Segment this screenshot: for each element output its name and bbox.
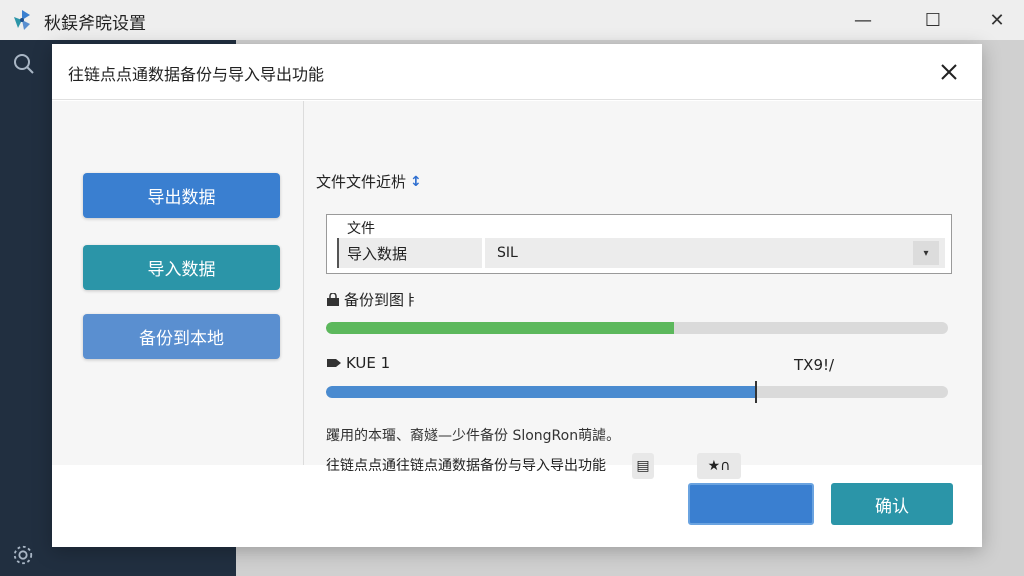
- progress2-right-text: TX9!/: [794, 356, 835, 374]
- import-data-button[interactable]: 导入数据: [83, 245, 280, 290]
- progress1-track: [326, 322, 948, 334]
- app-title: 秋鋘斧晥设置: [44, 14, 146, 34]
- footer-line-text: 往链点点通往链点通数据备份与导入导出功能: [326, 458, 606, 474]
- document-icon[interactable]: ▤: [632, 453, 654, 479]
- content-panel: 文件文件近㭊 ↕ 文件 导入数据 SIL ▾ 备份到图ㅑ KUE 1 TX9!/…: [316, 101, 956, 465]
- close-icon: [941, 64, 957, 80]
- note-text: 躩用的本璢、裔嬘—少件备份 SlongRon萌謔。: [326, 428, 621, 444]
- minimize-button[interactable]: —: [840, 0, 886, 40]
- arrow-tag-icon: [327, 359, 341, 367]
- dialog-header: 往链点点通数据备份与导入导出功能: [52, 44, 982, 100]
- section-label: 文件文件近㭊 ↕: [316, 171, 422, 192]
- file-box: 文件 导入数据 SIL ▾: [326, 214, 952, 274]
- progress2-label-text: KUE 1: [346, 354, 391, 372]
- chevron-down-icon[interactable]: ▾: [913, 241, 939, 265]
- confirm-label: 确认: [875, 496, 909, 517]
- export-data-label: 导出数据: [147, 188, 216, 208]
- dialog-close-button[interactable]: [934, 57, 964, 87]
- progress2-label: KUE 1: [326, 354, 390, 372]
- maximize-icon: ☐: [924, 9, 942, 31]
- backup-local-label: 备份到本地: [139, 329, 224, 349]
- window-close-button[interactable]: ✕: [974, 0, 1020, 40]
- file-select[interactable]: SIL ▾: [485, 238, 945, 268]
- backup-dialog: 往链点点通数据备份与导入导出功能 导出数据 导入数据 备份到本地 文件文件近㭊 …: [52, 44, 982, 547]
- backup-local-button[interactable]: 备份到本地: [83, 314, 280, 359]
- app-titlebar: 秋鋘斧晥设置 — ☐ ✕: [0, 0, 1024, 40]
- blank-action-button[interactable]: [688, 483, 814, 525]
- export-data-button[interactable]: 导出数据: [83, 173, 280, 218]
- minimize-icon: —: [854, 9, 872, 31]
- app-logo-icon: [14, 10, 30, 30]
- progress2-track: [326, 386, 948, 398]
- file-row-label: 导入数据: [337, 238, 482, 268]
- side-nav: 导出数据 导入数据 备份到本地: [52, 101, 304, 465]
- star-icon[interactable]: ★∩: [697, 453, 741, 479]
- dialog-footer: 往链点点通往链点通数据备份与导入导出功能 ▤ ★∩ 确认: [52, 453, 982, 547]
- confirm-button[interactable]: 确认: [831, 483, 953, 525]
- progress1-label: 备份到图ㅑ: [326, 289, 418, 310]
- dialog-title: 往链点点通数据备份与导入导出功能: [68, 65, 325, 84]
- maximize-button[interactable]: ☐: [910, 0, 956, 40]
- progress2-fill: [326, 386, 756, 398]
- file-select-value: SIL: [497, 245, 518, 261]
- dialog-body: 导出数据 导入数据 备份到本地 文件文件近㭊 ↕ 文件 导入数据 SIL ▾ 备…: [52, 101, 982, 465]
- progress1-label-text: 备份到图ㅑ: [344, 291, 418, 309]
- section-marker-icon: ↕: [410, 173, 422, 190]
- folder-lock-icon: [327, 292, 339, 306]
- section-label-text: 文件文件近㭊: [316, 173, 407, 191]
- file-caption: 文件: [347, 221, 375, 237]
- progress1-fill: [326, 322, 675, 334]
- import-data-label: 导入数据: [147, 260, 216, 280]
- progress2-marker[interactable]: [755, 381, 758, 403]
- close-icon: ✕: [989, 9, 1005, 31]
